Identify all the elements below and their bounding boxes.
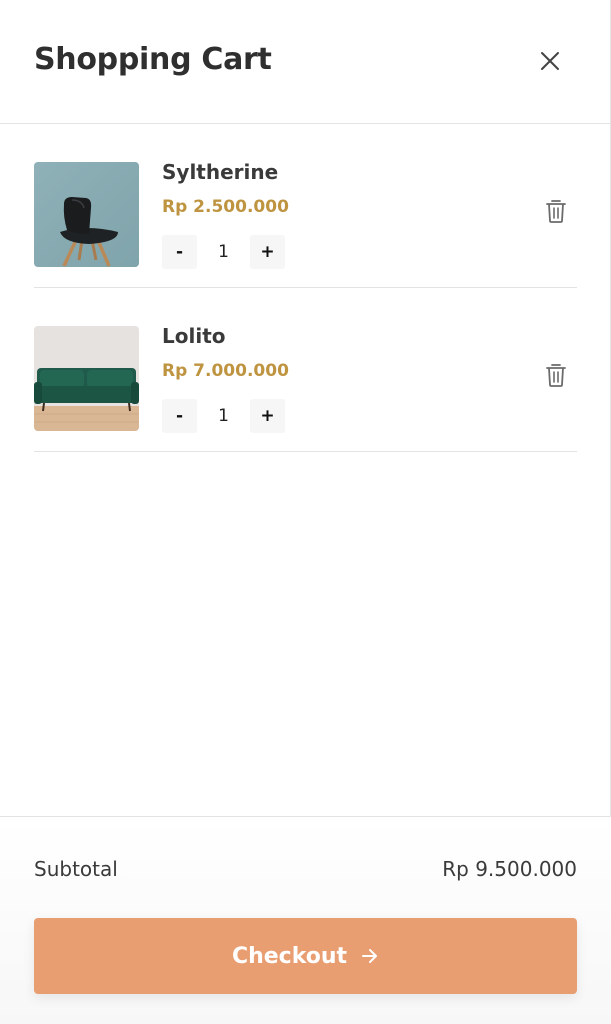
decrement-button[interactable]: -	[162, 235, 197, 269]
product-name: Syltherine	[162, 160, 279, 184]
checkout-button[interactable]: Checkout	[34, 918, 577, 994]
product-price: Rp 7.000.000	[162, 361, 289, 381]
product-image-chair	[34, 162, 139, 267]
product-price: Rp 2.500.000	[162, 197, 289, 217]
product-image-sofa	[34, 326, 139, 431]
trash-icon	[546, 364, 566, 387]
decrement-button[interactable]: -	[162, 399, 197, 433]
remove-item-button[interactable]	[544, 198, 568, 224]
product-name: Lolito	[162, 324, 226, 348]
quantity-value: 1	[218, 406, 229, 426]
quantity-stepper: - 1 +	[162, 235, 285, 269]
close-button[interactable]	[535, 46, 565, 76]
trash-icon	[546, 200, 566, 223]
close-icon	[541, 52, 559, 70]
subtotal-label: Subtotal	[34, 857, 118, 881]
cart-item: Lolito Rp 7.000.000 - 1 +	[34, 288, 577, 452]
checkout-label: Checkout	[231, 943, 348, 969]
arrow-right-icon	[361, 947, 379, 965]
cart-footer: Subtotal Rp 9.500.000 Checkout	[0, 816, 611, 1024]
quantity-stepper: - 1 +	[162, 399, 285, 433]
increment-button[interactable]: +	[250, 399, 285, 433]
cart-item: Syltherine Rp 2.500.000 - 1 +	[34, 124, 577, 288]
shopping-cart-panel: Shopping Cart Syltherine Rp 2.500.000 - …	[0, 0, 611, 1024]
page-title: Shopping Cart	[34, 42, 272, 77]
remove-item-button[interactable]	[544, 362, 568, 388]
quantity-value: 1	[218, 242, 229, 262]
increment-button[interactable]: +	[250, 235, 285, 269]
subtotal-value: Rp 9.500.000	[442, 857, 577, 881]
cart-item-list: Syltherine Rp 2.500.000 - 1 + Lolito Rp …	[34, 124, 577, 452]
cart-header: Shopping Cart	[0, 0, 610, 124]
